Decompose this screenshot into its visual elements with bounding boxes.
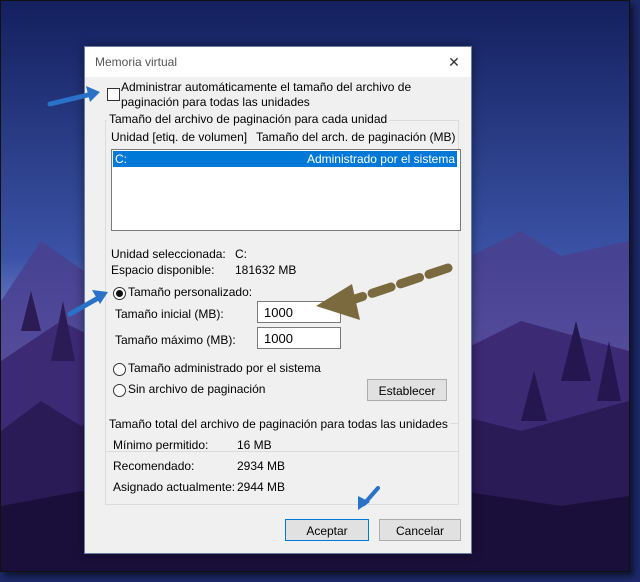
- max-size-input[interactable]: 1000: [257, 327, 341, 349]
- initial-size-label: Tamaño inicial (MB):: [115, 307, 224, 321]
- title-bar: Memoria virtual ✕: [85, 47, 471, 77]
- no-paging-radio[interactable]: [113, 384, 126, 397]
- dialog-title: Memoria virtual: [95, 55, 178, 69]
- cancel-button[interactable]: Cancelar: [379, 519, 461, 541]
- drive-letter: C:: [115, 152, 127, 166]
- set-button[interactable]: Establecer: [367, 379, 447, 401]
- virtual-memory-dialog: Memoria virtual ✕ Administrar automática…: [84, 46, 472, 554]
- auto-manage-label-line1: Administrar automáticamente el tamaño de…: [121, 80, 412, 94]
- max-size-label: Tamaño máximo (MB):: [115, 333, 236, 347]
- drive-paging-size: Administrado por el sistema: [306, 152, 455, 166]
- close-button[interactable]: ✕: [437, 47, 471, 77]
- recommended-label: Recomendado:: [113, 459, 195, 473]
- min-allowed-value: 16 MB: [237, 438, 272, 452]
- column-header-drive: Unidad [etiq. de volumen]: [111, 130, 248, 144]
- selected-drive-value: C:: [235, 247, 247, 261]
- recommended-value: 2934 MB: [237, 459, 286, 473]
- ok-button[interactable]: Aceptar: [285, 519, 369, 541]
- system-managed-radio[interactable]: [113, 363, 126, 376]
- free-space-label: Espacio disponible:: [111, 263, 215, 277]
- dialog-body: Administrar automáticamente el tamaño de…: [85, 77, 471, 553]
- drive-list[interactable]: C: Administrado por el sistema: [111, 149, 461, 231]
- drive-list-row-selected[interactable]: C: Administrado por el sistema: [113, 151, 457, 167]
- per-drive-group-label: Tamaño del archivo de paginación para ca…: [107, 112, 390, 126]
- totals-group-label: Tamaño total del archivo de paginación p…: [107, 417, 450, 431]
- custom-size-label: Tamaño personalizado:: [128, 285, 253, 299]
- selected-drive-label: Unidad seleccionada:: [111, 247, 226, 261]
- min-allowed-label: Mínimo permitido:: [113, 438, 209, 452]
- free-space-value: 181632 MB: [235, 263, 297, 277]
- system-managed-label: Tamaño administrado por el sistema: [128, 361, 321, 375]
- allocated-value: 2944 MB: [237, 480, 286, 494]
- initial-size-input[interactable]: 1000: [257, 301, 341, 323]
- auto-manage-label-line2: paginación para todas las unidades: [121, 95, 310, 109]
- custom-size-radio[interactable]: [113, 287, 126, 300]
- column-header-size: Tamaño del arch. de paginación (MB): [256, 130, 456, 144]
- no-paging-label: Sin archivo de paginación: [128, 382, 266, 396]
- auto-manage-checkbox[interactable]: [107, 88, 120, 101]
- allocated-label: Asignado actualmente:: [113, 480, 236, 494]
